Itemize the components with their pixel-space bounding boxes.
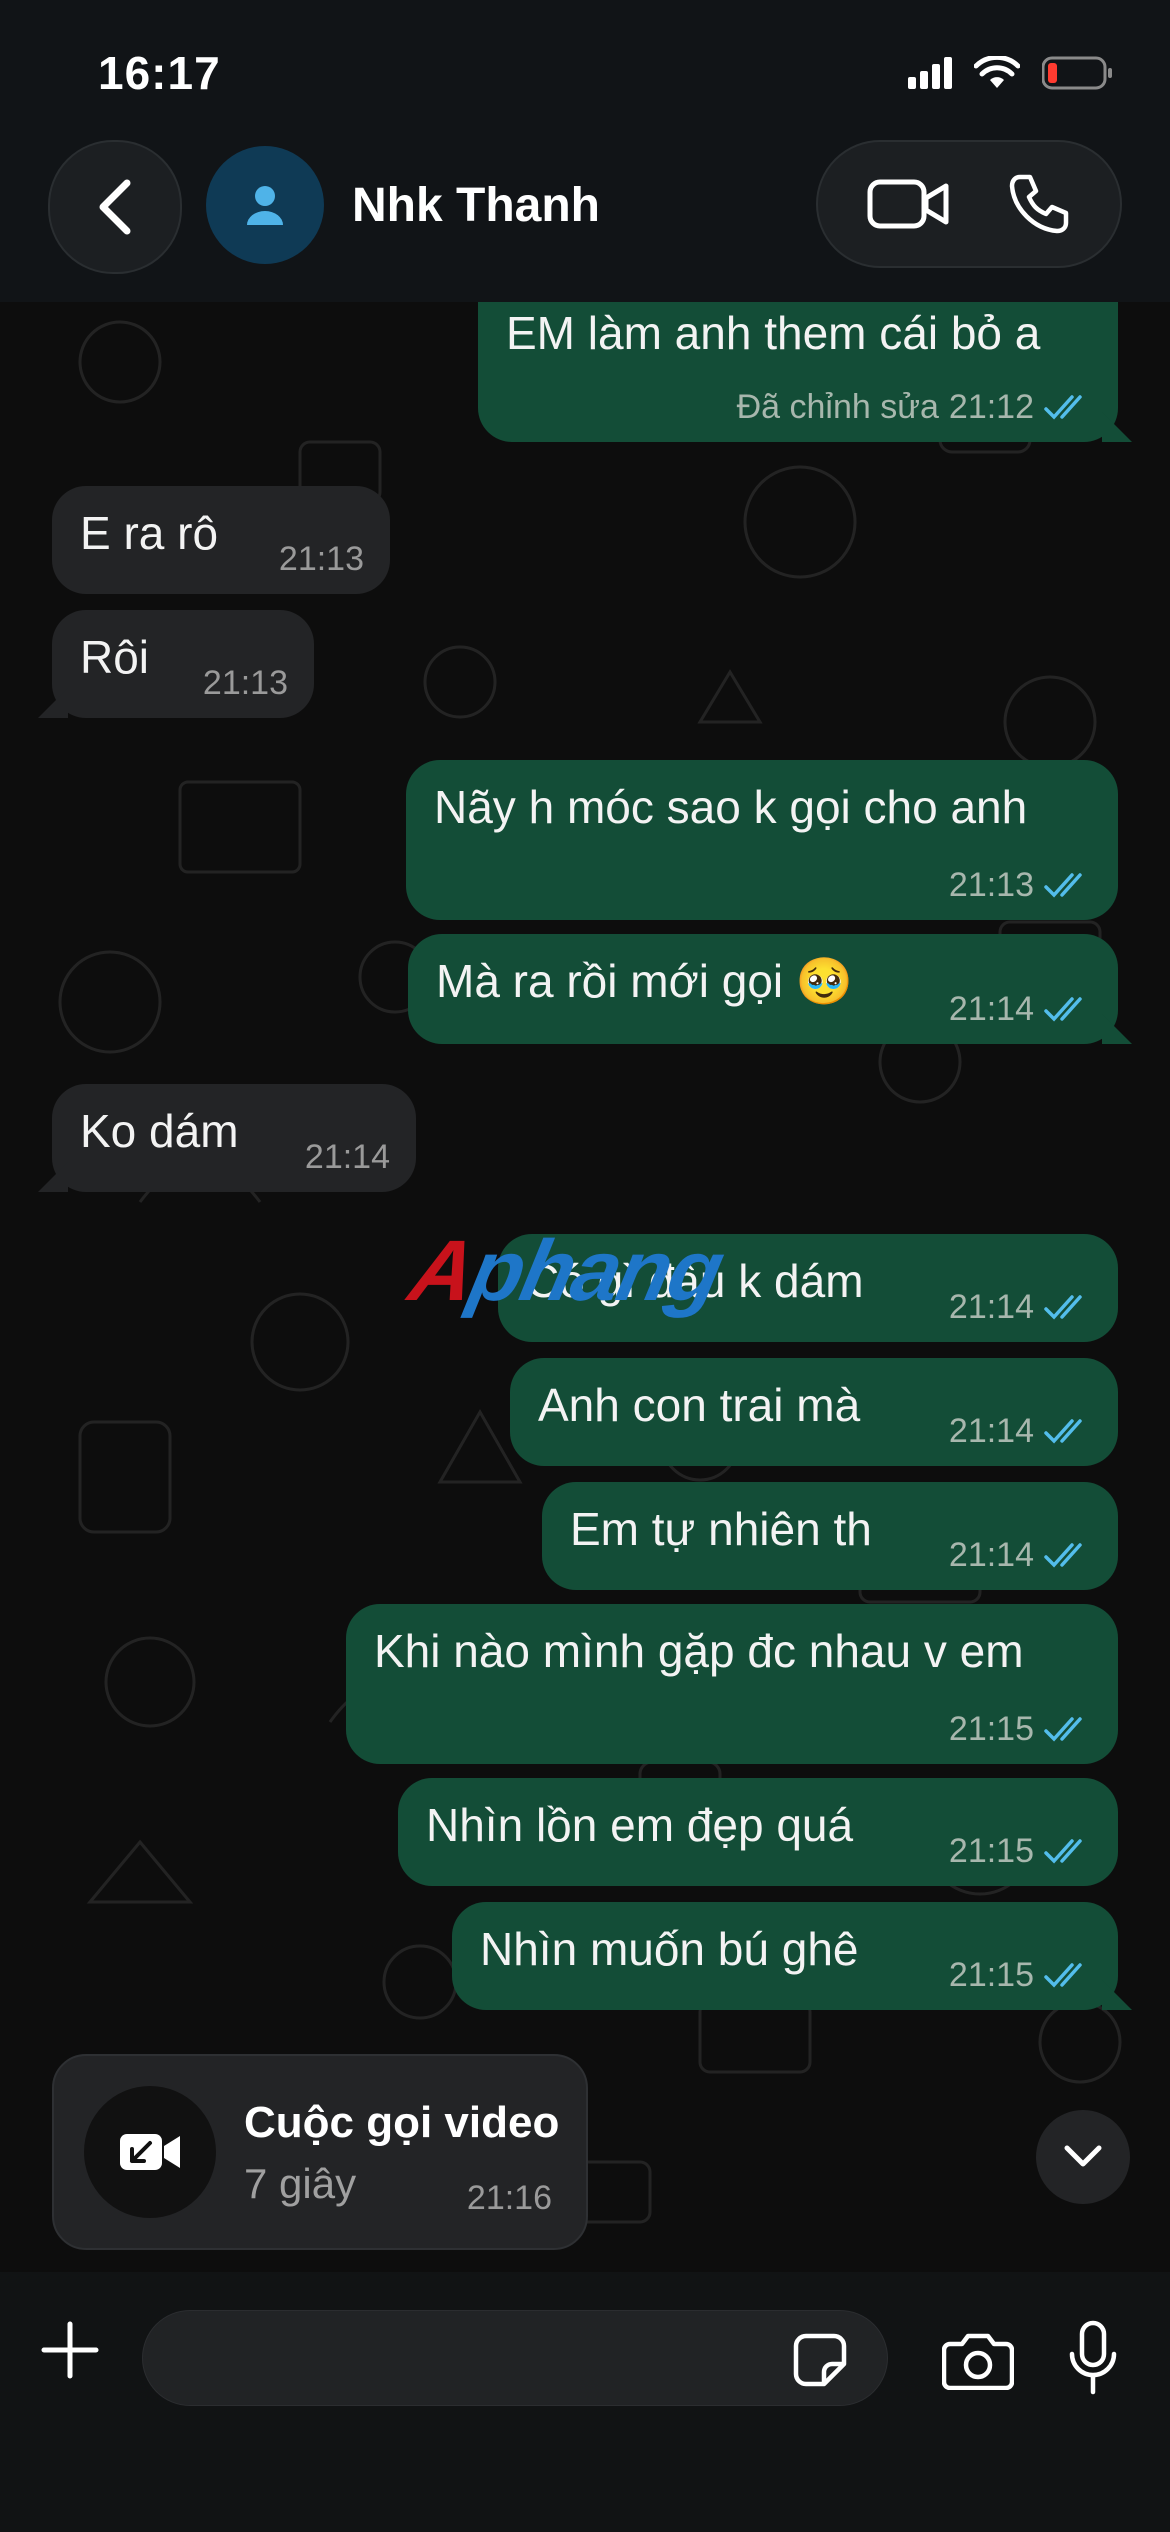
message-text: Nhìn lồn em đẹp quá xyxy=(426,1799,854,1851)
message-meta: 21:14 xyxy=(948,1535,1092,1574)
status-bar: 16:17 xyxy=(0,0,1170,140)
missed-video-call-icon xyxy=(84,2086,216,2218)
battery-icon xyxy=(1042,56,1112,90)
bubble-tail xyxy=(38,1162,68,1192)
status-time: 16:17 xyxy=(98,47,221,99)
read-ticks-icon xyxy=(1044,1839,1082,1864)
message-text: Em tự nhiên th xyxy=(570,1503,872,1555)
message-time: 21:13 xyxy=(202,663,288,702)
message-outgoing[interactable]: Mà ra rồi mới gọi 🥹 21:14 xyxy=(408,934,1132,1044)
chevron-down-icon xyxy=(1064,2145,1102,2167)
call-time: 21:16 xyxy=(466,2179,552,2217)
message-text: E ra rô xyxy=(80,507,219,559)
message-outgoing[interactable]: Nãy h móc sao k gọi cho anh 21:13 xyxy=(406,760,1118,920)
message-list[interactable]: EM làm anh them cái bỏ a Đã chỉnh sửa 21… xyxy=(0,302,1170,2272)
message-meta: Đã chỉnh sửa 21:12 xyxy=(736,387,1092,426)
compose-bar xyxy=(0,2272,1170,2532)
message-meta: 21:13 xyxy=(948,865,1092,904)
read-ticks-icon xyxy=(1044,1717,1082,1742)
message-meta: 21:15 xyxy=(948,1955,1092,1994)
person-icon xyxy=(247,186,283,225)
sticker-icon xyxy=(793,2333,847,2387)
signal-icon xyxy=(908,57,952,89)
message-incoming[interactable]: E ra rô 21:13 xyxy=(52,486,390,594)
call-actions xyxy=(816,140,1122,268)
message-time: 21:13 xyxy=(948,865,1034,904)
avatar[interactable] xyxy=(206,146,324,264)
message-meta: 21:14 xyxy=(948,1287,1092,1326)
message-outgoing[interactable]: Nhìn muốn bú ghê 21:15 xyxy=(452,1902,1132,2010)
message-meta: 21:14 xyxy=(304,1137,390,1176)
message-outgoing[interactable]: EM làm anh them cái bỏ a Đã chỉnh sửa 21… xyxy=(478,302,1132,442)
message-time: 21:15 xyxy=(948,1831,1034,1870)
message-text: Rôi xyxy=(80,631,150,683)
plus-icon xyxy=(41,2321,99,2379)
call-title: Cuộc gọi video xyxy=(244,2098,560,2147)
message-meta: 21:14 xyxy=(948,1411,1092,1450)
read-ticks-icon xyxy=(1044,395,1082,420)
message-time: 21:14 xyxy=(948,1411,1034,1450)
message-meta: 21:15 xyxy=(948,1709,1092,1748)
chat-header: Nhk Thanh xyxy=(0,140,1170,302)
bubble-tail xyxy=(1102,1980,1132,2010)
attach-button[interactable] xyxy=(34,2314,106,2386)
message-time: 21:15 xyxy=(948,1709,1034,1748)
video-call-card[interactable]: Cuộc gọi video 7 giây 21:16 xyxy=(52,2054,588,2250)
message-meta: 21:15 xyxy=(948,1831,1092,1870)
watermark-logo: Aphang xyxy=(401,1223,731,1319)
call-duration: 7 giây xyxy=(244,2160,357,2207)
bubble-tail xyxy=(1102,1014,1132,1044)
message-meta: 21:14 xyxy=(948,989,1092,1028)
video-call-icon[interactable] xyxy=(866,174,950,234)
status-icons xyxy=(908,56,1114,90)
message-text: Mà ra rồi mới gọi 🥹 xyxy=(436,955,854,1007)
message-time: 21:14 xyxy=(948,1535,1034,1574)
read-ticks-icon xyxy=(1044,1543,1082,1568)
microphone-button[interactable] xyxy=(1058,2316,1128,2400)
read-ticks-icon xyxy=(1044,997,1082,1022)
chevron-left-icon xyxy=(99,179,131,235)
read-ticks-icon xyxy=(1044,1295,1082,1320)
message-time: 21:14 xyxy=(948,989,1034,1028)
edited-label: Đã chỉnh sửa xyxy=(736,387,939,426)
message-text: Ko dám xyxy=(80,1105,239,1157)
message-meta: 21:13 xyxy=(278,539,364,578)
contact-name[interactable]: Nhk Thanh xyxy=(352,178,600,233)
message-time: 21:13 xyxy=(278,539,364,578)
message-meta: 21:13 xyxy=(202,663,288,702)
camera-icon xyxy=(942,2333,1014,2390)
message-outgoing[interactable]: Anh con trai mà 21:14 xyxy=(510,1358,1118,1466)
read-ticks-icon xyxy=(1044,873,1082,898)
message-text: Nãy h móc sao k gọi cho anh xyxy=(434,781,1028,833)
message-time: 21:14 xyxy=(304,1137,390,1176)
message-text: Nhìn muốn bú ghê xyxy=(480,1923,859,1975)
bubble-tail xyxy=(1102,412,1132,442)
message-outgoing[interactable]: Nhìn lồn em đẹp quá 21:15 xyxy=(398,1778,1118,1886)
read-ticks-icon xyxy=(1044,1419,1082,1444)
wifi-icon xyxy=(974,56,1020,88)
message-text: Anh con trai mà xyxy=(538,1379,861,1431)
message-outgoing[interactable]: Em tự nhiên th 21:14 xyxy=(542,1482,1118,1590)
microphone-icon xyxy=(1069,2320,1117,2395)
bubble-tail xyxy=(38,688,68,718)
message-time: 21:14 xyxy=(948,1287,1034,1326)
message-incoming[interactable]: Rôi 21:13 xyxy=(38,610,314,718)
read-ticks-icon xyxy=(1044,1963,1082,1988)
back-button[interactable] xyxy=(48,140,182,274)
message-input[interactable] xyxy=(142,2310,888,2406)
message-time: 21:15 xyxy=(948,1955,1034,1994)
message-outgoing[interactable]: Khi nào mình gặp đc nhau v em 21:15 xyxy=(346,1604,1118,1764)
phone-icon[interactable] xyxy=(1006,171,1072,237)
message-text: Khi nào mình gặp đc nhau v em xyxy=(374,1625,1024,1677)
sticker-button[interactable] xyxy=(790,2330,850,2390)
message-time: 21:12 xyxy=(948,387,1034,426)
scroll-down-button[interactable] xyxy=(1036,2110,1130,2204)
message-text: EM làm anh them cái bỏ a xyxy=(506,307,1041,359)
camera-button[interactable] xyxy=(938,2320,1018,2400)
message-incoming[interactable]: Ko dám 21:14 xyxy=(38,1084,416,1192)
